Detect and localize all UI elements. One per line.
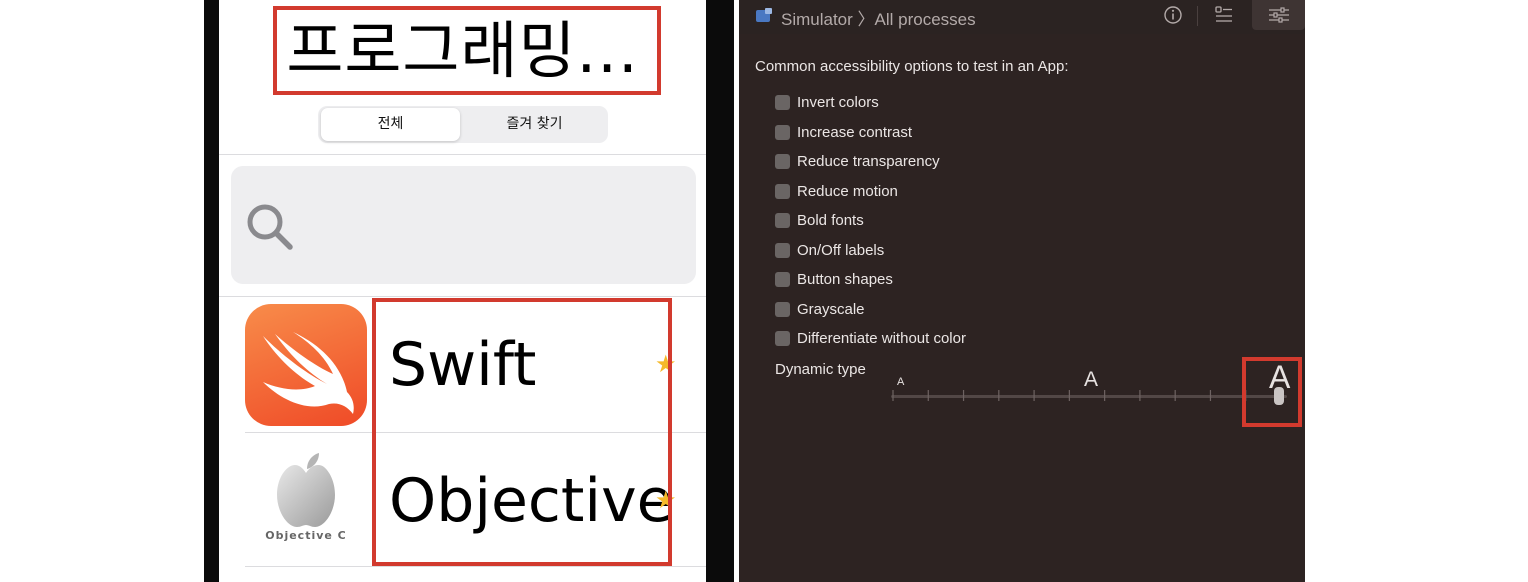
option-label: Reduce motion: [797, 183, 898, 200]
slider-tick: [927, 390, 929, 401]
checkbox[interactable]: [775, 184, 790, 199]
toolbar-divider: [1197, 6, 1198, 26]
objective-c-caption: Objective C: [265, 529, 347, 542]
checkbox[interactable]: [775, 154, 790, 169]
section-title: Common accessibility options to test in …: [755, 58, 1069, 75]
inspector-toolbar: Simulator 〉All processes: [739, 0, 1305, 34]
segment-all[interactable]: 전체: [321, 108, 460, 141]
simulator-app-icon: [755, 8, 773, 29]
slider-tick: [1104, 390, 1106, 401]
segment-favorites[interactable]: 즐겨 찾기: [464, 108, 605, 141]
highlight-box-rows: [372, 298, 672, 566]
audit-icon[interactable]: [1214, 5, 1234, 30]
divider: [219, 154, 706, 155]
search-icon: [245, 202, 295, 257]
divider: [245, 566, 706, 567]
slider-tick: [1209, 390, 1212, 401]
option-label: On/Off labels: [797, 242, 885, 259]
slider-tick: [1068, 390, 1070, 401]
settings-tab[interactable]: [1252, 0, 1305, 30]
checkbox[interactable]: [775, 243, 790, 258]
option-label: Reduce transparency: [797, 153, 940, 170]
search-field[interactable]: [231, 166, 696, 284]
option-label: Increase contrast: [797, 124, 913, 141]
option-label: Button shapes: [797, 271, 893, 288]
swift-logo-icon: [245, 304, 367, 426]
option-label: Differentiate without color: [797, 330, 966, 347]
highlight-box-title: [273, 6, 661, 95]
slider-tick: [892, 390, 894, 401]
highlight-box-slider: [1242, 357, 1302, 427]
option-label: Invert colors: [797, 94, 879, 111]
slider-tick: [962, 390, 965, 401]
checkbox[interactable]: [775, 125, 790, 140]
dynamic-type-label: Dynamic type: [775, 361, 866, 378]
segmented-control[interactable]: 전체 즐겨 찾기: [318, 106, 608, 143]
apple-logo-icon: Objective C: [245, 447, 367, 569]
breadcrumb[interactable]: Simulator 〉All processes: [781, 5, 976, 30]
option-label: Bold fonts: [797, 212, 864, 229]
checkbox[interactable]: [775, 272, 790, 287]
checkbox[interactable]: [775, 95, 790, 110]
slider-track: [891, 395, 1287, 398]
option-label: Grayscale: [797, 301, 865, 318]
checkbox[interactable]: [775, 331, 790, 346]
info-icon[interactable]: [1163, 5, 1183, 30]
checkbox[interactable]: [775, 302, 790, 317]
slider-tick: [1139, 390, 1141, 401]
slider-tick: [1174, 390, 1176, 401]
sliders-icon: [1268, 6, 1290, 29]
dynamic-type-slider[interactable]: [891, 386, 1291, 408]
checkbox[interactable]: [775, 213, 790, 228]
accessibility-inspector-panel: Simulator 〉All processes Common accessib…: [739, 0, 1305, 582]
slider-tick: [998, 390, 1000, 401]
divider: [219, 296, 706, 297]
slider-tick: [1033, 390, 1035, 401]
